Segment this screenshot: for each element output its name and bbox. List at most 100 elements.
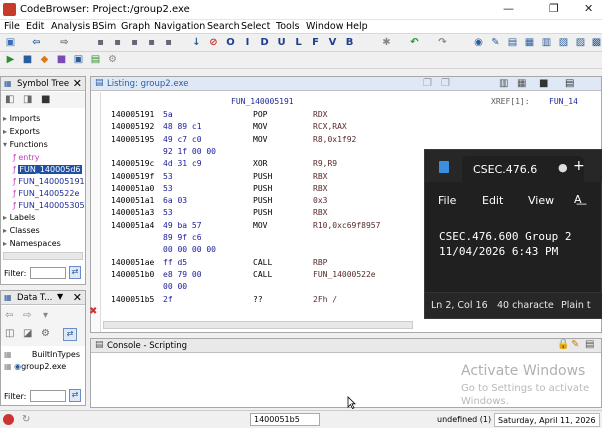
nav-function-icon[interactable]: ▪ — [162, 37, 175, 49]
menu-help[interactable]: Help — [346, 21, 368, 32]
tree-item-namespaces[interactable]: ▸ Namespaces — [3, 239, 61, 248]
tree-item-exports[interactable]: ▸ Exports — [3, 127, 40, 136]
tree-item-group2-exe[interactable]: ▦ ◉group2.exe — [4, 362, 66, 371]
filter-options-icon[interactable]: ⇄ — [69, 389, 81, 402]
menu-bsim[interactable]: BSim — [92, 21, 116, 32]
chevron-down-icon[interactable]: ▾ — [43, 310, 48, 321]
tree-item-functions[interactable]: ▾ Functions — [3, 140, 48, 149]
function-label[interactable]: FUN_140005191 — [231, 97, 294, 106]
menu-search[interactable]: Search — [207, 21, 240, 32]
taskbar-date[interactable]: Saturday, April 11, 2026 — [494, 413, 600, 427]
disassemble-icon[interactable]: O — [224, 37, 237, 49]
notepad-menu-file[interactable]: File — [438, 194, 456, 207]
nav-instruction-icon[interactable]: ▪ — [111, 37, 124, 49]
lock-icon[interactable]: 🔒 — [557, 339, 569, 350]
forward-arrow-icon[interactable]: ⇨ — [58, 37, 71, 49]
tree-item-fun-140005d6[interactable]: ƒ FUN_140005d6 — [13, 165, 82, 174]
menu-select[interactable]: Select — [241, 21, 270, 32]
data-icon[interactable]: D — [258, 37, 271, 49]
tree-item-entry[interactable]: ƒ entry — [13, 153, 40, 162]
tree-item-imports[interactable]: ▸ Imports — [3, 114, 40, 123]
datatype-filter-input[interactable] — [30, 390, 66, 402]
tree-item-labels[interactable]: ▸ Labels — [3, 213, 35, 222]
menu-navigation[interactable]: Navigation — [154, 21, 205, 32]
memory-icon[interactable]: ▥ — [540, 37, 553, 49]
tree-item-classes[interactable]: ▸ Classes — [3, 226, 40, 235]
decompile-icon[interactable]: ▤ — [506, 37, 519, 49]
pencil-icon[interactable]: ✎ — [489, 37, 502, 49]
listing-row[interactable]: 140005191 5a POP RDX — [103, 110, 601, 120]
nav-undefined-icon[interactable]: ▪ — [128, 37, 141, 49]
function-icon[interactable]: F — [309, 37, 322, 49]
menu-file[interactable]: File — [4, 21, 20, 32]
down-arrow-icon[interactable]: ↓ — [190, 37, 203, 49]
tree-item-fun-140005305[interactable]: ƒ FUN_140005305 — [13, 201, 85, 210]
delete-icon[interactable]: ■ — [41, 94, 50, 105]
diff-icon[interactable]: ▦ — [517, 78, 526, 89]
filter-options-icon[interactable]: ⇄ — [63, 328, 77, 341]
error-bookmark-icon[interactable]: ✖ — [89, 306, 97, 317]
horizontal-scrollbar[interactable] — [3, 252, 83, 260]
undefined-icon[interactable]: U — [275, 37, 288, 49]
save-icon[interactable]: ▣ — [4, 37, 17, 49]
back-arrow-icon[interactable]: ⇦ — [30, 37, 43, 49]
tree-item-fun-1400522e[interactable]: ƒ FUN_1400522e — [13, 189, 79, 198]
graph-icon[interactable]: ▧ — [557, 37, 570, 49]
menu-tools[interactable]: Tools — [276, 21, 299, 32]
bytes-icon[interactable]: ▦ — [523, 37, 536, 49]
settings-icon[interactable]: ⚙ — [106, 54, 119, 66]
expand-icon[interactable]: ◫ — [5, 328, 14, 339]
globe-icon[interactable]: ◉ — [472, 37, 485, 49]
copy-icon[interactable]: ❐ — [423, 78, 432, 89]
listing-horizontal-scrollbar[interactable] — [103, 321, 413, 329]
snapshot-icon[interactable]: ■ — [539, 78, 548, 89]
terminal-icon[interactable]: ▣ — [72, 54, 85, 66]
patch-icon[interactable]: ✱ — [380, 37, 393, 49]
instruction-icon[interactable]: I — [241, 37, 254, 49]
symbol-filter-input[interactable] — [30, 267, 66, 279]
maximize-icon[interactable]: ❐ — [549, 2, 559, 15]
stop-icon[interactable]: ⊘ — [207, 37, 220, 49]
unsaved-dot-icon[interactable]: ● — [558, 161, 568, 174]
listing-row[interactable]: 140005195 49 c7 c0 MOV R8,0x1f92 — [103, 135, 601, 145]
variable-icon[interactable]: V — [326, 37, 339, 49]
error-status-icon[interactable] — [3, 414, 14, 425]
menu-analysis[interactable]: Analysis — [51, 21, 90, 32]
menu-edit[interactable]: Edit — [26, 21, 44, 32]
overflow-icon[interactable]: ▩ — [590, 37, 602, 49]
back-arrow-icon[interactable]: ⇦ — [5, 310, 13, 321]
xref-target[interactable]: FUN_14 — [549, 97, 578, 106]
listing-row[interactable]: 140005192 48 89 c1 MOV RCX,RAX — [103, 122, 601, 132]
nav-label-icon[interactable]: ▪ — [145, 37, 158, 49]
minimize-icon[interactable]: — — [503, 2, 514, 15]
export-icon[interactable]: ◨ — [23, 94, 32, 105]
notepad-text-line-1[interactable]: CSEC.476.600 Group 2 — [439, 230, 571, 243]
close-icon[interactable]: ✕ — [73, 77, 82, 90]
run-icon[interactable]: ▶ — [4, 54, 17, 66]
debug-icon[interactable]: ■ — [21, 54, 34, 66]
checklist-icon[interactable]: ▤ — [89, 54, 102, 66]
emulate-icon[interactable]: ◆ — [38, 54, 51, 66]
bookmark-icon[interactable]: B — [343, 37, 356, 49]
tree-item-builtintypes[interactable]: ▦ BuiltInTypes — [4, 350, 80, 359]
nav-data-icon[interactable]: ▪ — [94, 37, 107, 49]
refresh-icon[interactable]: ↻ — [22, 414, 30, 425]
close-icon[interactable]: ✕ — [584, 2, 593, 15]
trace-icon[interactable]: ■ — [55, 54, 68, 66]
font-settings-icon[interactable]: A͟ — [574, 193, 582, 206]
tree-item-fun-140005191[interactable]: ƒ FUN_140005191 — [13, 177, 85, 186]
notepad-menu-edit[interactable]: Edit — [482, 194, 503, 207]
clear-console-icon[interactable]: ✎ — [571, 339, 579, 350]
redo-icon[interactable]: ↷ — [436, 37, 449, 49]
menu-window[interactable]: Window — [306, 21, 343, 32]
label-icon[interactable]: L — [292, 37, 305, 49]
settings-icon[interactable]: ⚙ — [41, 328, 50, 339]
paste-icon[interactable]: ❐ — [441, 78, 450, 89]
menu-graph[interactable]: Graph — [121, 21, 150, 32]
notepad-text-line-2[interactable]: 11/04/2026 6:43 PM — [439, 245, 558, 258]
undo-icon[interactable]: ↶ — [408, 37, 421, 49]
options-icon[interactable]: ▤ — [565, 78, 574, 89]
notepad-menu-view[interactable]: View — [528, 194, 554, 207]
close-icon[interactable]: ✕ — [73, 291, 82, 304]
chevron-down-icon[interactable]: ▼ — [57, 292, 63, 301]
